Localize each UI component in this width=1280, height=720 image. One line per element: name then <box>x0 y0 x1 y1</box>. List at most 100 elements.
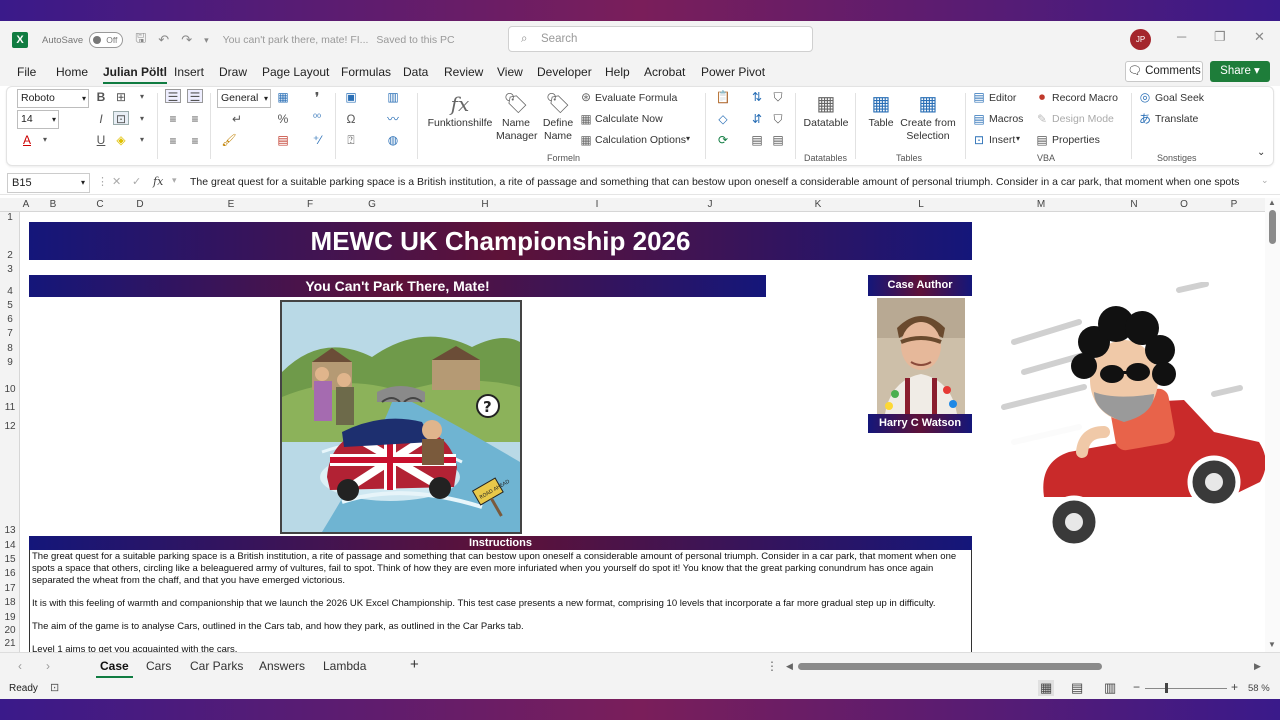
align-left-icon[interactable]: ≡ <box>165 112 181 126</box>
customize-qat-icon[interactable]: ▾ <box>204 35 209 46</box>
tab-options-icon[interactable]: ⋮ <box>766 659 778 673</box>
tab-data[interactable]: Data <box>403 65 428 79</box>
formula-dropdown-icon[interactable]: ▾ <box>172 175 177 186</box>
column-header[interactable]: J <box>708 199 713 210</box>
expand-formula-bar-icon[interactable]: ⌄ <box>1261 175 1269 186</box>
sheet-tab-answers[interactable]: Answers <box>259 659 305 673</box>
autosave-toggle[interactable]: Off <box>89 32 124 48</box>
editor-button[interactable]: Editor <box>989 92 1016 104</box>
column-header[interactable]: D <box>136 199 143 210</box>
number-format-select[interactable]: General ▾ <box>217 89 271 108</box>
collapse-ribbon-icon[interactable]: ⌄ <box>1257 147 1265 158</box>
horizontal-scroll-thumb[interactable] <box>798 663 1102 670</box>
justify-icon[interactable]: ≡ <box>187 134 203 148</box>
goal-seek-button[interactable]: Goal Seek <box>1155 92 1204 104</box>
row-header[interactable]: 5 <box>0 300 20 311</box>
insert-function-icon[interactable]: fx <box>153 175 163 188</box>
row-header[interactable]: 13 <box>0 525 20 536</box>
fill-series-icon[interactable]: ◇ <box>715 112 731 126</box>
format-painter-icon[interactable]: 🖌 <box>221 133 237 147</box>
save-status[interactable]: Saved to this PC <box>376 34 454 46</box>
name-manager-button[interactable]: 🏷 Name Manager <box>493 91 539 143</box>
row-header[interactable]: 3 <box>0 264 20 275</box>
column-header[interactable]: H <box>481 199 488 210</box>
percent-icon[interactable]: % <box>275 112 291 126</box>
italic-icon[interactable]: I <box>93 112 109 126</box>
font-color-dropdown-icon[interactable]: ▾ <box>37 133 53 147</box>
column-header[interactable]: M <box>1037 199 1045 210</box>
insert-control-button[interactable]: Insert <box>989 134 1015 146</box>
bold-icon[interactable]: B <box>93 90 109 104</box>
formula-input[interactable]: The great quest for a suitable parking s… <box>190 176 1255 188</box>
scroll-up-icon[interactable]: ▲ <box>1268 198 1276 207</box>
column-header[interactable]: N <box>1130 199 1137 210</box>
conditional-format-icon[interactable]: ▤ <box>275 133 291 147</box>
page-break-view-icon[interactable]: ▥ <box>1104 680 1116 696</box>
column-header[interactable]: B <box>50 199 57 210</box>
row-header[interactable]: 14 <box>0 540 20 551</box>
table-format-icon[interactable]: ▦ <box>275 90 291 104</box>
column-header[interactable]: I <box>596 199 599 210</box>
tab-help[interactable]: Help <box>605 65 630 79</box>
worksheet-grid[interactable]: MEWC UK Championship 2026 You Can't Park… <box>21 212 1265 652</box>
group-icon[interactable]: ▤ <box>770 133 786 147</box>
column-header[interactable]: P <box>1231 199 1238 210</box>
tab-developer[interactable]: Developer <box>537 65 592 79</box>
filter-icon[interactable]: ⛉ <box>770 90 786 104</box>
calculation-options-button[interactable]: Calculation Options <box>595 134 686 146</box>
column-header[interactable]: F <box>307 199 313 210</box>
vertical-scrollbar[interactable]: ▲ ▼ <box>1265 198 1280 652</box>
evaluate-formula-button[interactable]: Evaluate Formula <box>595 92 677 104</box>
fill-dropdown-icon[interactable]: ▾ <box>134 112 150 126</box>
row-header[interactable]: 11 <box>0 402 20 413</box>
restore-icon[interactable]: ❐ <box>1214 29 1226 45</box>
define-name-button[interactable]: 🏷 Define Name <box>537 91 579 143</box>
user-avatar[interactable]: JP <box>1130 29 1151 50</box>
close-icon[interactable]: ✕ <box>1254 29 1265 45</box>
decimal-icon[interactable]: ⁰⁰ <box>309 112 325 126</box>
column-header[interactable]: O <box>1180 199 1188 210</box>
zoom-level[interactable]: 58 % <box>1248 683 1270 694</box>
previous-sheet-icon[interactable]: ‹ <box>18 659 22 673</box>
undo-icon[interactable]: ↶ <box>158 32 169 48</box>
column-header[interactable]: K <box>815 199 822 210</box>
scroll-left-icon[interactable]: ◀ <box>786 661 793 672</box>
zoom-slider[interactable] <box>1145 688 1227 689</box>
row-header[interactable]: 21 <box>0 638 20 649</box>
align-top-icon[interactable]: ☰ <box>165 89 181 104</box>
tab-home[interactable]: Home <box>56 65 88 79</box>
row-header[interactable]: 12 <box>0 421 20 432</box>
sort-za-icon[interactable]: ⇵ <box>749 112 765 126</box>
create-from-selection-button[interactable]: ▦ Create from Selection <box>897 91 959 143</box>
confirm-entry-icon[interactable]: ✓ <box>132 175 141 188</box>
case-illustration[interactable]: ? ROAD AHEAD <box>280 300 522 534</box>
add-sheet-icon[interactable]: + <box>410 656 419 673</box>
cancel-entry-icon[interactable]: ✕ <box>112 175 121 188</box>
align-middle-icon[interactable]: ☰ <box>187 89 203 104</box>
row-header[interactable]: 17 <box>0 583 20 594</box>
zoom-in-icon[interactable]: + <box>1231 680 1238 694</box>
funktionshilfe-button[interactable]: fx Funktionshilfe <box>425 91 495 130</box>
column-header[interactable]: G <box>368 199 376 210</box>
highlight-dropdown-icon[interactable]: ▾ <box>134 133 150 147</box>
tab-formulas[interactable]: Formulas <box>341 65 391 79</box>
row-header[interactable]: 6 <box>0 314 20 325</box>
row-header[interactable]: 10 <box>0 384 20 395</box>
tab-view[interactable]: View <box>497 65 523 79</box>
car-driver-sticker[interactable] <box>984 281 1265 572</box>
column-header[interactable]: A <box>23 199 30 210</box>
row-header[interactable]: 18 <box>0 597 20 608</box>
minimize-icon[interactable]: ─ <box>1177 29 1186 44</box>
borders-icon[interactable]: ⊞ <box>113 90 129 104</box>
author-photo[interactable] <box>877 298 965 414</box>
scroll-down-icon[interactable]: ▼ <box>1268 640 1276 649</box>
sheet-tab-lambda[interactable]: Lambda <box>323 659 366 673</box>
align-center-icon[interactable]: ≡ <box>187 112 203 126</box>
sheet-tab-cars[interactable]: Cars <box>146 659 171 673</box>
record-macro-button[interactable]: Record Macro <box>1052 92 1118 104</box>
column-header[interactable]: E <box>228 199 235 210</box>
column-header[interactable]: C <box>96 199 103 210</box>
align-right-icon[interactable]: ≡ <box>165 134 181 148</box>
globe-icon[interactable]: ◍ <box>385 133 401 147</box>
sparkline-icon[interactable]: 〰 <box>385 112 401 126</box>
